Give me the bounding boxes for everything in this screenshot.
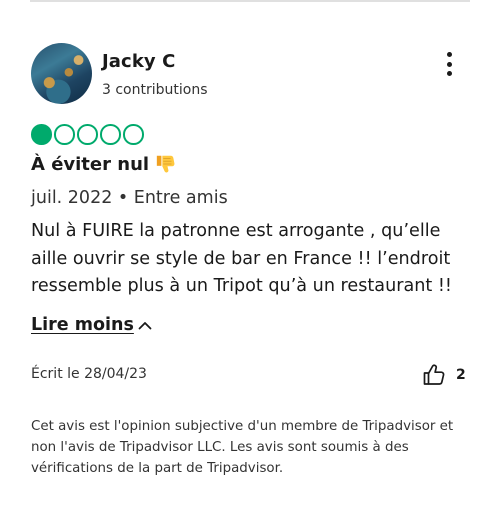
- review-title-text: À éviter nul: [31, 153, 150, 175]
- review-meta: juil. 2022 • Entre amis: [31, 188, 228, 208]
- rating-bubbles: [31, 124, 144, 145]
- top-divider: [30, 0, 470, 2]
- more-options-button[interactable]: [440, 52, 458, 76]
- rating-bubble-empty: [123, 124, 144, 145]
- user-name[interactable]: Jacky C: [102, 51, 175, 72]
- review-title: À éviter nul: [31, 153, 177, 175]
- avatar[interactable]: [31, 43, 92, 104]
- rating-bubble-empty: [54, 124, 75, 145]
- read-less-button[interactable]: Lire moins: [31, 315, 152, 335]
- review-body: Nul à FUIRE la patronne est arrogante , …: [31, 221, 452, 296]
- helpful-button[interactable]: 2: [422, 363, 466, 387]
- rating-bubble-empty: [77, 124, 98, 145]
- written-date: Écrit le 28/04/23: [31, 366, 147, 382]
- disclaimer-text: Cet avis est l'opinion subjective d'un m…: [31, 419, 454, 476]
- thumbs-down-icon: [156, 155, 175, 173]
- dot-icon: [446, 52, 452, 57]
- dot-icon: [446, 71, 452, 76]
- dot-icon: [446, 61, 452, 67]
- helpful-count: 2: [456, 367, 466, 383]
- rating-bubble-filled: [31, 124, 52, 145]
- thumbs-up-icon: [423, 364, 445, 385]
- chevron-up-icon: [138, 322, 152, 330]
- rating-bubble-empty: [100, 124, 121, 145]
- read-less-label: Lire moins: [31, 315, 134, 335]
- user-contributions: 3 contributions: [102, 82, 208, 98]
